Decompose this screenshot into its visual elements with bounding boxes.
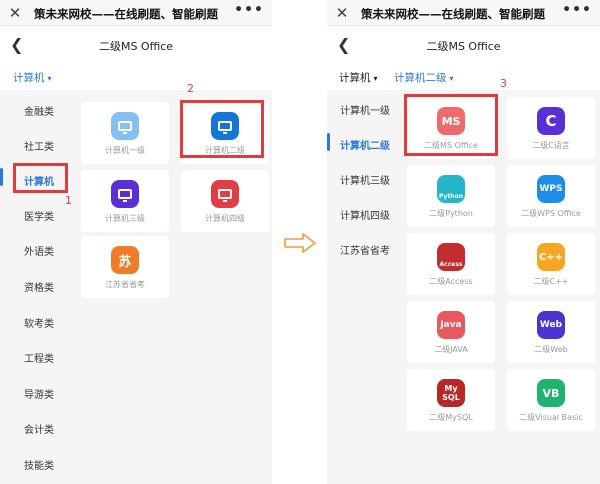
sidebar-item-jiangsu[interactable]: 江苏省省考 bbox=[327, 242, 404, 257]
highlight-box-ms-office bbox=[404, 94, 498, 156]
java-icon: Java bbox=[437, 311, 465, 339]
page-header: ❮ 二级MS Office bbox=[0, 26, 272, 64]
sidebar-item-level4[interactable]: 计算机四级 bbox=[327, 207, 404, 222]
right-arrow-icon bbox=[284, 233, 316, 253]
more-icon[interactable]: ••• bbox=[234, 2, 264, 18]
subject-card-web[interactable]: Web 二级Web bbox=[507, 301, 595, 363]
chevron-down-icon: ▾ bbox=[373, 74, 378, 83]
exam-card-level4[interactable]: 计算机四级 bbox=[181, 170, 269, 232]
monitor-icon bbox=[111, 180, 139, 208]
sidebar-item-level2[interactable]: 计算机二级 bbox=[327, 137, 404, 152]
sidebar-item-engineering[interactable]: 工程类 bbox=[0, 350, 78, 365]
app-title: 策未来网校——在线刷题、智能刷题 bbox=[361, 7, 545, 21]
window-titlebar: ✕ 策未来网校——在线刷题、智能刷题 ••• bbox=[0, 0, 272, 26]
page-title: 二级MS Office bbox=[426, 40, 501, 53]
step-label-3: 3 bbox=[500, 77, 507, 90]
category-breadcrumb: 计算机 ▾ bbox=[0, 64, 272, 90]
app-title: 策未来网校——在线刷题、智能刷题 bbox=[34, 7, 218, 21]
window-titlebar: ✕ 策未来网校——在线刷题、智能刷题 ••• bbox=[327, 0, 600, 26]
cpp-icon: C++ bbox=[537, 243, 565, 271]
more-icon[interactable]: ••• bbox=[562, 2, 592, 18]
python-icon: Python bbox=[437, 175, 465, 203]
sidebar-item-soft-exam[interactable]: 软考类 bbox=[0, 315, 78, 330]
exam-card-jiangsu[interactable]: 苏 江苏省省考 bbox=[81, 236, 169, 298]
subject-card-vb[interactable]: VB 二级Visual Basic bbox=[507, 369, 595, 431]
web-icon: Web bbox=[537, 311, 565, 339]
wps-icon: WPS bbox=[537, 175, 565, 203]
category-breadcrumb: 计算机 ▾ 计算机二级 ▾ bbox=[327, 64, 600, 90]
crumb-computer[interactable]: 计算机 ▾ bbox=[13, 70, 52, 85]
page-header: ❮ 二级MS Office bbox=[327, 26, 600, 64]
sidebar-item-language[interactable]: 外语类 bbox=[0, 243, 78, 258]
subject-card-mysql[interactable]: My SQL 二级MySQL bbox=[407, 369, 495, 431]
sidebar-item-finance[interactable]: 金融类 bbox=[0, 103, 78, 118]
sidebar-item-level1[interactable]: 计算机一级 bbox=[327, 102, 404, 117]
subject-card-access[interactable]: Access 二级Access bbox=[407, 233, 495, 295]
subject-card-python[interactable]: Python 二级Python bbox=[407, 165, 495, 227]
crumb-computer[interactable]: 计算机 ▾ bbox=[339, 70, 378, 85]
exam-card-level3[interactable]: 计算机三级 bbox=[81, 170, 169, 232]
sidebar-item-tour-guide[interactable]: 导游类 bbox=[0, 386, 78, 401]
subject-card-wps[interactable]: WPS 二级WPS Office bbox=[507, 165, 595, 227]
su-icon: 苏 bbox=[111, 246, 139, 274]
category-sidebar: 金融类 社工类 计算机 医学类 外语类 资格类 软考类 工程类 导游类 会计类 … bbox=[0, 90, 78, 484]
exam-card-level1[interactable]: 计算机一级 bbox=[81, 102, 169, 164]
vb-icon: VB bbox=[537, 379, 565, 407]
close-icon[interactable]: ✕ bbox=[335, 4, 349, 22]
highlight-box-level2 bbox=[180, 100, 264, 158]
mysql-icon: My SQL bbox=[437, 379, 465, 407]
chevron-down-icon: ▾ bbox=[47, 74, 52, 83]
access-icon: Access bbox=[437, 243, 465, 271]
step-label-1: 1 bbox=[65, 194, 72, 207]
left-screen: ✕ 策未来网校——在线刷题、智能刷题 ••• ❮ 二级MS Office 计算机… bbox=[0, 0, 272, 484]
monitor-icon bbox=[211, 180, 239, 208]
sidebar-item-skills[interactable]: 技能类 bbox=[0, 457, 78, 472]
right-screen: ✕ 策未来网校——在线刷题、智能刷题 ••• ❮ 二级MS Office 计算机… bbox=[327, 0, 600, 484]
sidebar-item-accounting[interactable]: 会计类 bbox=[0, 421, 78, 436]
subject-card-cpp[interactable]: C++ 二级C++ bbox=[507, 233, 595, 295]
highlight-box-computer bbox=[13, 163, 68, 193]
subcategory-sidebar: 计算机一级 计算机二级 计算机三级 计算机四级 江苏省省考 bbox=[327, 90, 404, 484]
close-icon[interactable]: ✕ bbox=[8, 4, 22, 22]
subject-card-c[interactable]: C 二级C语言 bbox=[507, 97, 595, 159]
page-title: 二级MS Office bbox=[98, 40, 174, 53]
sidebar-item-medical[interactable]: 医学类 bbox=[0, 208, 78, 223]
sidebar-item-qualification[interactable]: 资格类 bbox=[0, 279, 78, 294]
sidebar-item-social-work[interactable]: 社工类 bbox=[0, 138, 78, 153]
monitor-icon bbox=[111, 112, 139, 140]
step-label-2: 2 bbox=[187, 82, 194, 95]
crumb-level2[interactable]: 计算机二级 ▾ bbox=[394, 70, 454, 85]
subject-card-java[interactable]: Java 二级JAVA bbox=[407, 301, 495, 363]
chevron-down-icon: ▾ bbox=[449, 74, 454, 83]
c-language-icon: C bbox=[537, 107, 565, 135]
sidebar-item-level3[interactable]: 计算机三级 bbox=[327, 172, 404, 187]
